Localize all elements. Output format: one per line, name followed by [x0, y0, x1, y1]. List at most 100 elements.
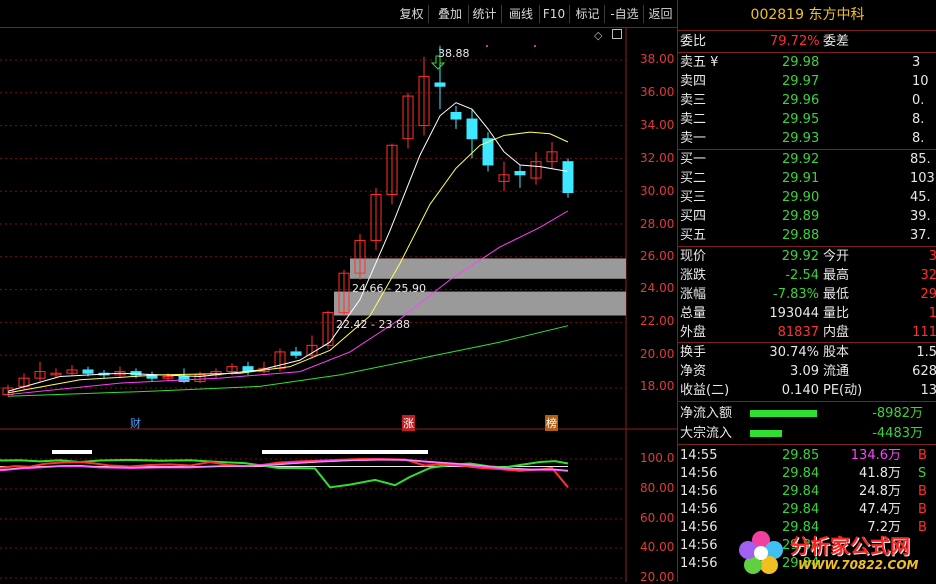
buy-volume: 85. — [910, 152, 931, 167]
flow-label: 净流入额 — [680, 406, 733, 421]
quote-label-2: 最高 — [823, 268, 850, 283]
sell-label: 卖二 — [680, 112, 707, 127]
panel-separator — [678, 444, 936, 445]
toolbar-button-7[interactable]: 返回 — [644, 5, 678, 23]
indicator-dot — [486, 45, 488, 47]
resistance-zone-upper — [350, 258, 626, 279]
kline-chart-area[interactable]: 38.00 36.00 34.00 32.00 30.00 28.00 26.00 24.00… — [0, 27, 677, 584]
tick-time: 14:56 — [680, 502, 718, 517]
sell-price: 29.96 — [782, 93, 820, 108]
high-price-label: 38.88 — [438, 47, 470, 60]
buy-price: 29.88 — [782, 228, 820, 243]
stock-title[interactable]: 002819 东方中科 — [678, 0, 936, 31]
quote-value-2: 32 — [920, 268, 936, 283]
candle-down — [450, 111, 462, 120]
buy-row[interactable]: 买五 29.88 37. — [678, 226, 936, 245]
tick-row[interactable]: 14:56 29.84 41.8万 S — [678, 464, 936, 483]
buy-label: 买五 — [680, 228, 707, 243]
buy-label: 买一 — [680, 152, 707, 167]
expand-icon[interactable] — [612, 29, 622, 39]
buy-price: 29.90 — [782, 190, 820, 205]
sell-row[interactable]: 卖四 29.97 10 — [678, 72, 936, 91]
sell-row[interactable]: 卖五 ¥ 29.98 3 — [678, 53, 936, 72]
finance-marker[interactable]: 财 — [130, 415, 141, 431]
sell-volume: 0. — [912, 93, 925, 108]
sub-y-tick-label: 60.00 — [640, 511, 675, 525]
stats-value-2: 1.5 — [916, 345, 936, 360]
quote-panel: 002819 东方中科 委比 79.72% 委差 卖五 ¥ 29.98 3 卖四 29.97 1… — [677, 0, 936, 582]
sub-y-tick-label: 40.00 — [640, 540, 675, 554]
stats-row[interactable]: 收益(二) 0.140 PE(动) 13 — [678, 381, 936, 400]
stats-label-2: 流通 — [823, 364, 850, 379]
y-tick-label: 28.00 — [640, 217, 675, 231]
toolbar-button-0[interactable]: 复权 — [395, 5, 429, 23]
flower-logo-icon — [736, 528, 786, 578]
sell-label: 卖三 — [680, 93, 707, 108]
stats-value: 30.74% — [769, 345, 819, 360]
tick-price: 29.84 — [782, 484, 820, 499]
tick-row[interactable]: 14:56 29.84 24.8万 B — [678, 482, 936, 501]
buy-row[interactable]: 买四 29.89 39. — [678, 207, 936, 226]
flow-row[interactable]: 大宗流入 -4483万 — [678, 424, 936, 443]
flow-bar — [750, 410, 817, 417]
sell-label: 卖一 — [680, 131, 707, 146]
stats-label: 换手 — [680, 345, 707, 360]
sell-label: 卖四 — [680, 74, 707, 89]
candle-down — [290, 351, 302, 356]
diamond-icon[interactable]: ◇ — [594, 29, 602, 42]
tick-row[interactable]: 14:55 29.85 134.6万 B — [678, 446, 936, 465]
y-tick-label: 38.00 — [640, 52, 675, 66]
sell-row[interactable]: 卖三 29.96 0. — [678, 91, 936, 110]
quote-row[interactable]: 涨幅 -7.83% 最低 29 — [678, 285, 936, 304]
tick-time: 14:56 — [680, 520, 718, 535]
quote-row[interactable]: 外盘 81837 内盘 111 — [678, 323, 936, 342]
y-tick-label: 32.00 — [640, 151, 675, 165]
tick-volume: 41.8万 — [859, 466, 901, 481]
sell-row[interactable]: 卖一 29.93 8. — [678, 129, 936, 148]
toolbar-button-5[interactable]: 标记 — [571, 5, 605, 23]
weibi-row[interactable]: 委比 79.72% 委差 — [678, 32, 936, 51]
tick-volume: 134.6万 — [850, 448, 901, 463]
toolbar-button-2[interactable]: 统计 — [468, 5, 502, 23]
tick-time: 14:56 — [680, 556, 718, 571]
stats-label: 收益(二) — [680, 383, 730, 398]
buy-price: 29.92 — [782, 152, 820, 167]
resistance-zone-lower — [334, 291, 626, 316]
limit-up-marker[interactable]: 涨 — [402, 415, 415, 431]
tick-row[interactable]: 14:56 29.84 47.4万 B — [678, 500, 936, 519]
zone-lower-label: 22.42 - 23.88 — [336, 318, 410, 331]
y-tick-label: 20.00 — [640, 347, 675, 361]
toolbar-button-6[interactable]: -自选 — [606, 5, 644, 23]
sell-row[interactable]: 卖二 29.95 8. — [678, 110, 936, 129]
tick-time: 14:56 — [680, 484, 718, 499]
tick-volume: 47.4万 — [859, 502, 901, 517]
buy-row[interactable]: 买三 29.90 45. — [678, 188, 936, 207]
stats-row[interactable]: 换手 30.74% 股本 1.5 — [678, 343, 936, 362]
sell-volume: 8. — [912, 112, 925, 127]
watermark-url: WWW.70822.COM — [798, 558, 919, 572]
toolbar-button-4[interactable]: F10 — [539, 5, 570, 23]
buy-label: 买三 — [680, 190, 707, 205]
tick-volume: 24.8万 — [859, 484, 901, 499]
flow-row[interactable]: 净流入额 -8982万 — [678, 404, 936, 423]
sell-volume: 3 — [912, 55, 921, 70]
buy-row[interactable]: 买二 29.91 103 — [678, 169, 936, 188]
kline-chart-svg[interactable] — [0, 27, 677, 582]
quote-row[interactable]: 现价 29.92 今开 3 — [678, 247, 936, 266]
quote-row[interactable]: 总量 193044 量比 1 — [678, 304, 936, 323]
stats-label-2: PE(动) — [823, 383, 863, 398]
toolbar-button-3[interactable]: 画线 — [503, 5, 540, 23]
watermark: 分析家公式网 WWW.70822.COM — [736, 524, 936, 582]
quote-value-2: 111 — [912, 325, 936, 340]
tick-side: B — [918, 502, 927, 517]
sell-volume: 10 — [912, 74, 929, 89]
quote-value: 193044 — [769, 306, 819, 321]
buy-price: 29.89 — [782, 209, 820, 224]
ranking-marker[interactable]: 榜 — [545, 415, 558, 431]
stats-row[interactable]: 净资 3.09 流通 628 — [678, 362, 936, 381]
stats-value-2: 628 — [912, 364, 936, 379]
buy-row[interactable]: 买一 29.92 85. — [678, 150, 936, 169]
toolbar-button-1[interactable]: 叠加 — [432, 5, 469, 23]
quote-row[interactable]: 涨跌 -2.54 最高 32 — [678, 266, 936, 285]
buy-volume: 39. — [910, 209, 931, 224]
